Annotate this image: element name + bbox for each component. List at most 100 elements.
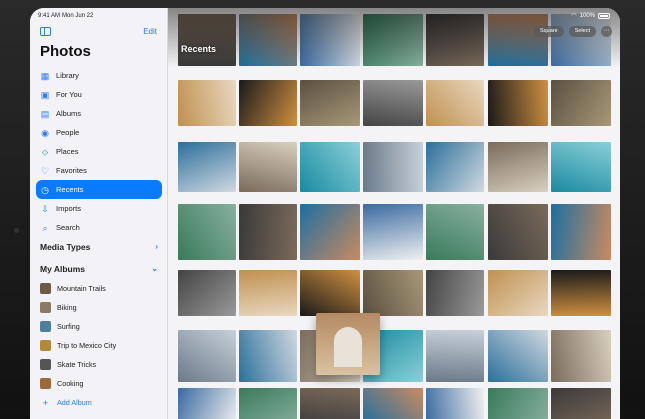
photo-thumbnail[interactable]	[239, 80, 297, 126]
photo-thumbnail[interactable]	[363, 80, 423, 126]
album-label: Trip to Mexico City	[57, 341, 117, 350]
album-label: Mountain Trails	[57, 284, 106, 293]
photo-thumbnail[interactable]	[551, 80, 611, 126]
battery-percent: 100%	[579, 12, 595, 19]
my-albums-label: My Albums	[40, 264, 86, 274]
album-label: Biking	[57, 303, 77, 312]
my-albums-header[interactable]: My Albums ⌄	[40, 264, 158, 274]
sidebar-item-search[interactable]: ⌕ Search	[36, 218, 162, 237]
status-time: 9:41 AM	[38, 13, 61, 19]
sidebar-item-albums[interactable]: ▤ Albums	[36, 104, 162, 123]
photo-thumbnail[interactable]	[551, 388, 611, 419]
sidebar-item-library[interactable]: ▦ Library	[36, 66, 162, 85]
photo-thumbnail[interactable]	[488, 330, 548, 382]
photo-thumbnail[interactable]	[488, 80, 548, 126]
photo-thumbnail[interactable]	[426, 142, 484, 192]
album-thumbnail	[40, 321, 51, 332]
sidebar-item-favorites[interactable]: ♡ Favorites	[36, 161, 162, 180]
album-thumbnail	[40, 302, 51, 313]
photo-thumbnail[interactable]	[363, 388, 423, 419]
album-trip-to-mexico-city[interactable]: Trip to Mexico City	[36, 336, 162, 355]
photo-thumbnail[interactable]	[300, 270, 360, 316]
photo-thumbnail[interactable]	[300, 142, 360, 192]
album-mountain-trails[interactable]: Mountain Trails	[36, 279, 162, 298]
album-cooking[interactable]: Cooking	[36, 374, 162, 393]
photo-thumbnail[interactable]	[551, 270, 611, 316]
square-button[interactable]: Square	[533, 26, 564, 37]
photo-thumbnail[interactable]	[178, 330, 236, 382]
photo-thumbnail[interactable]	[488, 270, 548, 316]
album-surfing[interactable]: Surfing	[36, 317, 162, 336]
sidebar-item-label: Search	[56, 223, 80, 232]
photo-thumbnail[interactable]	[239, 388, 297, 419]
photo-thumbnail[interactable]	[239, 270, 297, 316]
photo-thumbnail[interactable]	[363, 270, 423, 316]
album-thumbnail	[40, 359, 51, 370]
sidebar-item-for-you[interactable]: ▣ For You	[36, 85, 162, 104]
chevron-down-icon: ⌄	[151, 264, 158, 273]
status-date: Mon Jun 22	[62, 13, 94, 19]
photo-thumbnail[interactable]	[363, 204, 423, 260]
clock-icon: ◷	[41, 184, 49, 195]
people-icon: ◉	[41, 127, 49, 138]
sidebar-item-label: Favorites	[56, 166, 87, 175]
photo-thumbnail[interactable]	[239, 330, 297, 382]
photo-thumbnail[interactable]	[300, 80, 360, 126]
sidebar-item-label: Imports	[56, 204, 82, 213]
sidebar-item-label: For You	[56, 90, 82, 99]
photo-thumbnail[interactable]	[426, 388, 484, 419]
photo-thumbnail[interactable]	[551, 142, 611, 192]
photo-thumbnail[interactable]	[426, 330, 484, 382]
photo-thumbnail[interactable]	[178, 270, 236, 316]
photo-thumbnail[interactable]	[178, 204, 236, 260]
photo-thumbnail[interactable]	[488, 142, 548, 192]
photo-thumbnail[interactable]	[300, 204, 360, 260]
ipad-device: 9:41 AM Mon Jun 22 ◠ 100% Edit Photos ▦ L…	[0, 0, 645, 419]
photo-thumbnail[interactable]	[426, 204, 484, 260]
media-types-header[interactable]: Media Types ›	[40, 242, 158, 252]
sidebar-nav: ▦ Library ▣ For You ▤ Albums ◉ People ⬦ Place…	[36, 66, 162, 237]
photo-thumbnail[interactable]	[551, 330, 611, 382]
sidebar-toggle-icon[interactable]	[40, 27, 51, 36]
album-thumbnail	[40, 340, 51, 351]
camera-dot	[14, 228, 19, 233]
album-label: Surfing	[57, 322, 80, 331]
photo-thumbnail[interactable]	[300, 388, 360, 419]
sidebar-item-label: Places	[56, 147, 79, 156]
albums-icon: ▤	[40, 108, 50, 119]
more-icon[interactable]: ···	[601, 26, 612, 37]
photo-thumbnail[interactable]	[426, 80, 484, 126]
album-skate-tricks[interactable]: Skate Tricks	[36, 355, 162, 374]
sidebar-item-label: Library	[56, 71, 79, 80]
photo-thumbnail[interactable]	[363, 142, 423, 192]
sidebar-item-imports[interactable]: ⇩ Imports	[36, 199, 162, 218]
search-icon: ⌕	[42, 222, 48, 233]
album-label: Cooking	[57, 379, 84, 388]
photo-thumbnail[interactable]	[239, 142, 297, 192]
add-album-button[interactable]: + Add Album	[36, 393, 162, 412]
photo-thumbnail[interactable]	[178, 142, 236, 192]
photo-thumbnail[interactable]	[178, 388, 236, 419]
photo-thumbnail[interactable]	[551, 204, 611, 260]
dragged-photo[interactable]	[316, 313, 380, 375]
page-title: Recents	[181, 44, 217, 54]
photo-thumbnail[interactable]	[426, 270, 484, 316]
album-biking[interactable]: Biking	[36, 298, 162, 317]
screen: 9:41 AM Mon Jun 22 ◠ 100% Edit Photos ▦ L…	[30, 8, 620, 419]
sidebar-item-people[interactable]: ◉ People	[36, 123, 162, 142]
photo-thumbnail[interactable]	[488, 204, 548, 260]
plus-icon: +	[42, 397, 49, 408]
sidebar-item-places[interactable]: ⬦ Places	[36, 142, 162, 161]
sidebar-item-recents[interactable]: ◷ Recents	[36, 180, 162, 199]
album-label: Skate Tricks	[57, 360, 97, 369]
photo-thumbnail[interactable]	[239, 204, 297, 260]
albums-list: Mountain Trails Biking Surfing Trip to M…	[36, 279, 162, 412]
edit-button[interactable]: Edit	[143, 27, 157, 36]
import-icon: ⇩	[41, 203, 49, 214]
media-types-label: Media Types	[40, 242, 91, 252]
select-button[interactable]: Select	[568, 26, 596, 37]
photo-thumbnail[interactable]	[488, 388, 548, 419]
photo-thumbnail[interactable]	[178, 80, 236, 126]
sidebar-item-label: Recents	[56, 185, 84, 194]
for-you-icon: ▣	[40, 89, 50, 100]
